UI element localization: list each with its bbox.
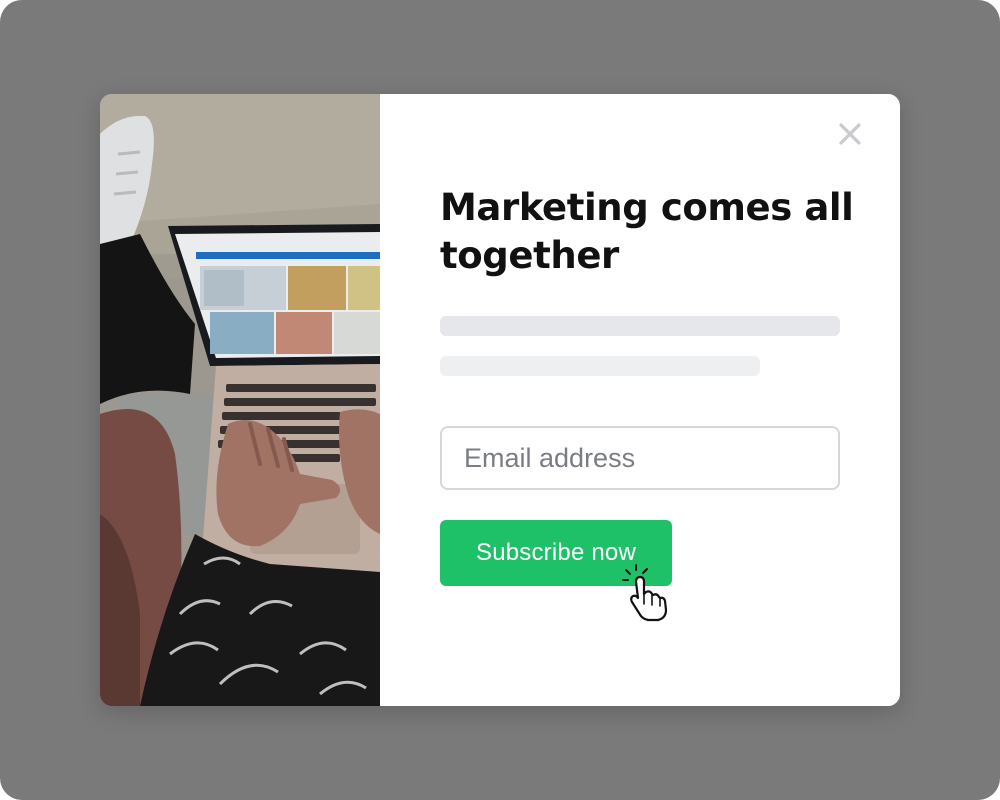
subscribe-button[interactable]: Subscribe now: [440, 520, 672, 586]
email-input[interactable]: [440, 426, 840, 490]
placeholder-text-bar: [440, 356, 760, 376]
popup-content: Marketing comes all together Subscribe n…: [380, 94, 900, 706]
close-icon[interactable]: [838, 122, 862, 146]
subscribe-popup: Marketing comes all together Subscribe n…: [100, 94, 900, 706]
placeholder-text-bar: [440, 316, 840, 336]
screen-backdrop: Marketing comes all together Subscribe n…: [0, 0, 1000, 800]
popup-headline: Marketing comes all together: [440, 186, 854, 277]
hero-image: [100, 94, 380, 706]
